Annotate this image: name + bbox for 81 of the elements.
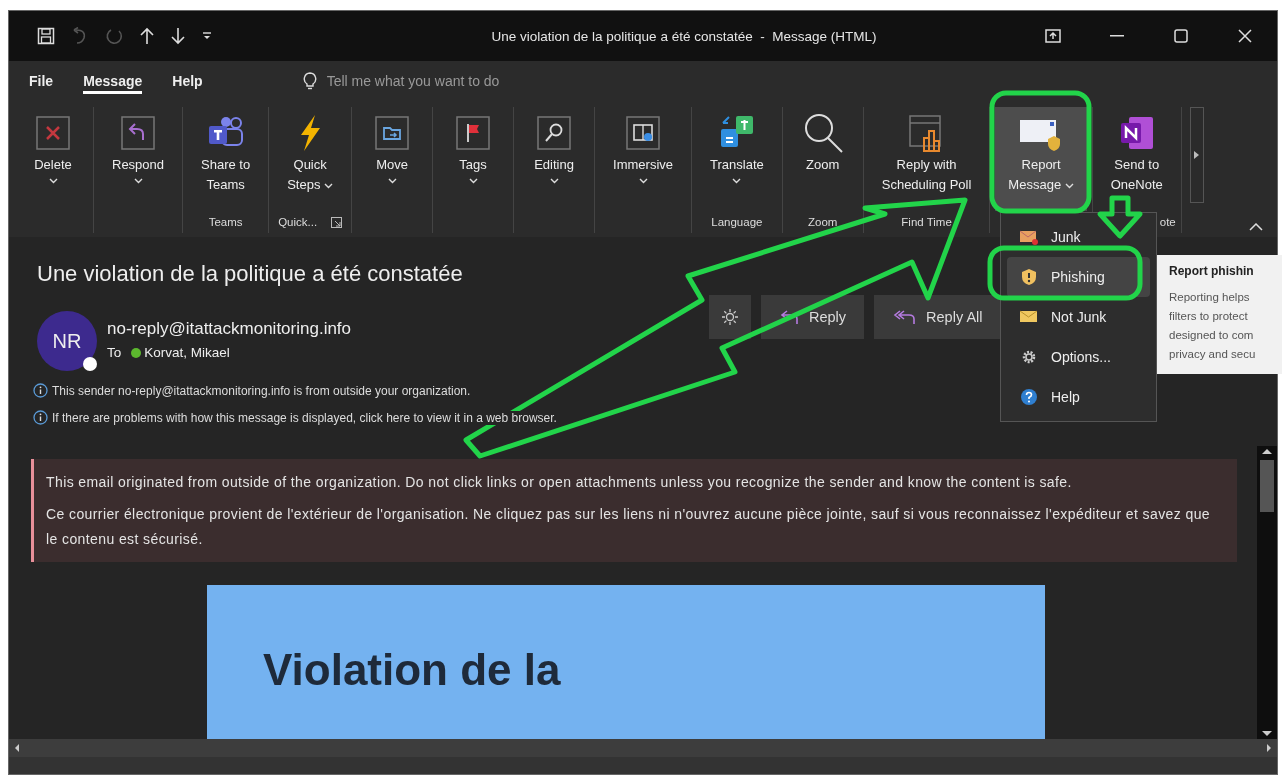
banner-text: This email originated from outside of the organization. Do not click links or open attachments unless you recognize the sender and know the content is safe. <box>46 473 1073 492</box>
ribbon-display-icon <box>1045 29 1061 43</box>
ribbon-button[interactable]: Reply with Scheduling Poll <box>868 107 985 211</box>
close-icon <box>1238 29 1252 43</box>
reply-all-icon <box>892 309 917 325</box>
recipient-name[interactable]: Korvat, Mikael <box>144 345 230 360</box>
scroll-up-icon[interactable] <box>1261 446 1273 456</box>
group-label: Zoom <box>808 216 838 228</box>
ribbon-button[interactable]: Delete <box>18 107 88 211</box>
ribbon-button[interactable]: Share to Teams <box>188 107 264 211</box>
arrow-down-icon[interactable] <box>171 27 185 45</box>
tooltip-text: designed to com <box>1169 328 1255 343</box>
ribbon-button[interactable]: Report Message <box>995 107 1087 211</box>
window-title: Une violation de la politique a été constatée - Message (HTML) <box>490 28 878 44</box>
reply-all-button[interactable]: Reply All <box>874 295 1001 339</box>
ribbon-button[interactable]: Quick Steps <box>274 107 347 211</box>
menu-item[interactable]: Junk <box>1007 217 1150 257</box>
menu-item[interactable]: Help <box>1007 377 1150 417</box>
banner-text: Ce courrier électronique provient de l'extérieur de l'organisation. Ne cliquez pas sur les liens ni n'ouvrez aucune pièce jointe, sauf si vous reconnaissez l'expéditeur et savez que le contenu est sécurisé. <box>46 505 1212 549</box>
to-label: To <box>107 345 122 360</box>
group-label: Teams <box>208 216 243 228</box>
flag-icon <box>454 114 493 152</box>
sender-address[interactable]: no-reply@itattackmonitoring.info <box>107 319 352 339</box>
ribbon-button[interactable]: Immersive <box>600 107 686 211</box>
reply-icon <box>779 309 799 325</box>
envelope-icon <box>1019 229 1039 245</box>
folder-icon <box>373 114 412 152</box>
envelope-icon <box>1019 309 1039 325</box>
tooltip-text: privacy and secu <box>1169 347 1257 362</box>
tooltip-text: filters to protect <box>1169 309 1249 324</box>
theme-toggle-button[interactable] <box>709 295 751 339</box>
menu-item[interactable]: Not Junk <box>1007 297 1150 337</box>
maximize-icon <box>1174 29 1188 43</box>
menu-tab[interactable]: File <box>29 68 54 94</box>
scroll-thumb[interactable] <box>1260 460 1274 512</box>
menu-item[interactable]: Options... <box>1007 337 1150 377</box>
body-heading: Violation de la <box>263 644 562 696</box>
avatar: NR <box>37 311 97 371</box>
ribbon-button[interactable]: Move <box>357 107 428 211</box>
ribbon-button[interactable]: Respond <box>99 107 178 211</box>
group-label: Find Time <box>901 216 952 228</box>
customize-menu-icon[interactable] <box>202 31 212 41</box>
shield-icon <box>1020 268 1038 286</box>
delete-icon <box>34 114 72 152</box>
group-label: Language <box>711 216 763 228</box>
info-icon <box>33 383 48 398</box>
settings-icon <box>1021 349 1037 365</box>
ribbon-button[interactable]: Zoom <box>787 107 858 211</box>
magnifier-icon <box>535 114 574 152</box>
ribbon-button[interactable]: Tags <box>438 107 509 211</box>
ribbon-button[interactable]: Send to OneNote <box>1097 107 1176 211</box>
menu-item[interactable]: Phishing <box>1007 257 1150 297</box>
chevron-right-icon <box>1194 151 1200 159</box>
group-label: ote <box>1159 216 1176 228</box>
info-icon <box>33 410 48 425</box>
help-icon <box>1020 388 1038 406</box>
menu-tab[interactable]: Message <box>83 68 143 94</box>
tooltip-title: Report phishin <box>1169 264 1255 278</box>
scroll-left-icon[interactable] <box>13 743 21 753</box>
arrow-annotation <box>1097 195 1143 239</box>
dialog-launcher-icon[interactable] <box>331 216 343 228</box>
message-subject: Une violation de la politique a été constatée <box>37 261 463 287</box>
group-label: Quick... <box>278 216 318 228</box>
vertical-scrollbar[interactable] <box>1257 446 1277 739</box>
menu-tab[interactable]: Help <box>172 68 203 94</box>
save-icon[interactable] <box>37 27 55 45</box>
collapse-ribbon-icon[interactable] <box>1249 223 1263 231</box>
info-text: If there are problems with how this message is displayed, click here to view it in a web browser. <box>52 410 557 425</box>
sun-icon <box>721 308 739 326</box>
reader-icon <box>624 114 663 152</box>
lightbulb-icon <box>302 72 317 90</box>
search-field[interactable]: Tell me what you want to do <box>326 73 500 89</box>
horizontal-scrollbar[interactable] <box>9 739 1277 757</box>
reply-button[interactable]: Reply <box>761 295 865 339</box>
tooltip-text: Reporting helps <box>1169 290 1251 305</box>
arrow-up-icon[interactable] <box>140 27 154 45</box>
ribbon-button[interactable]: Editing <box>519 107 590 211</box>
info-text: This sender no-reply@itattackmonitoring.info is from outside your organization. <box>52 383 471 398</box>
ribbon-button[interactable]: Translate <box>697 107 777 211</box>
scroll-right-icon[interactable] <box>1265 743 1273 753</box>
minimize-icon <box>1110 35 1124 37</box>
